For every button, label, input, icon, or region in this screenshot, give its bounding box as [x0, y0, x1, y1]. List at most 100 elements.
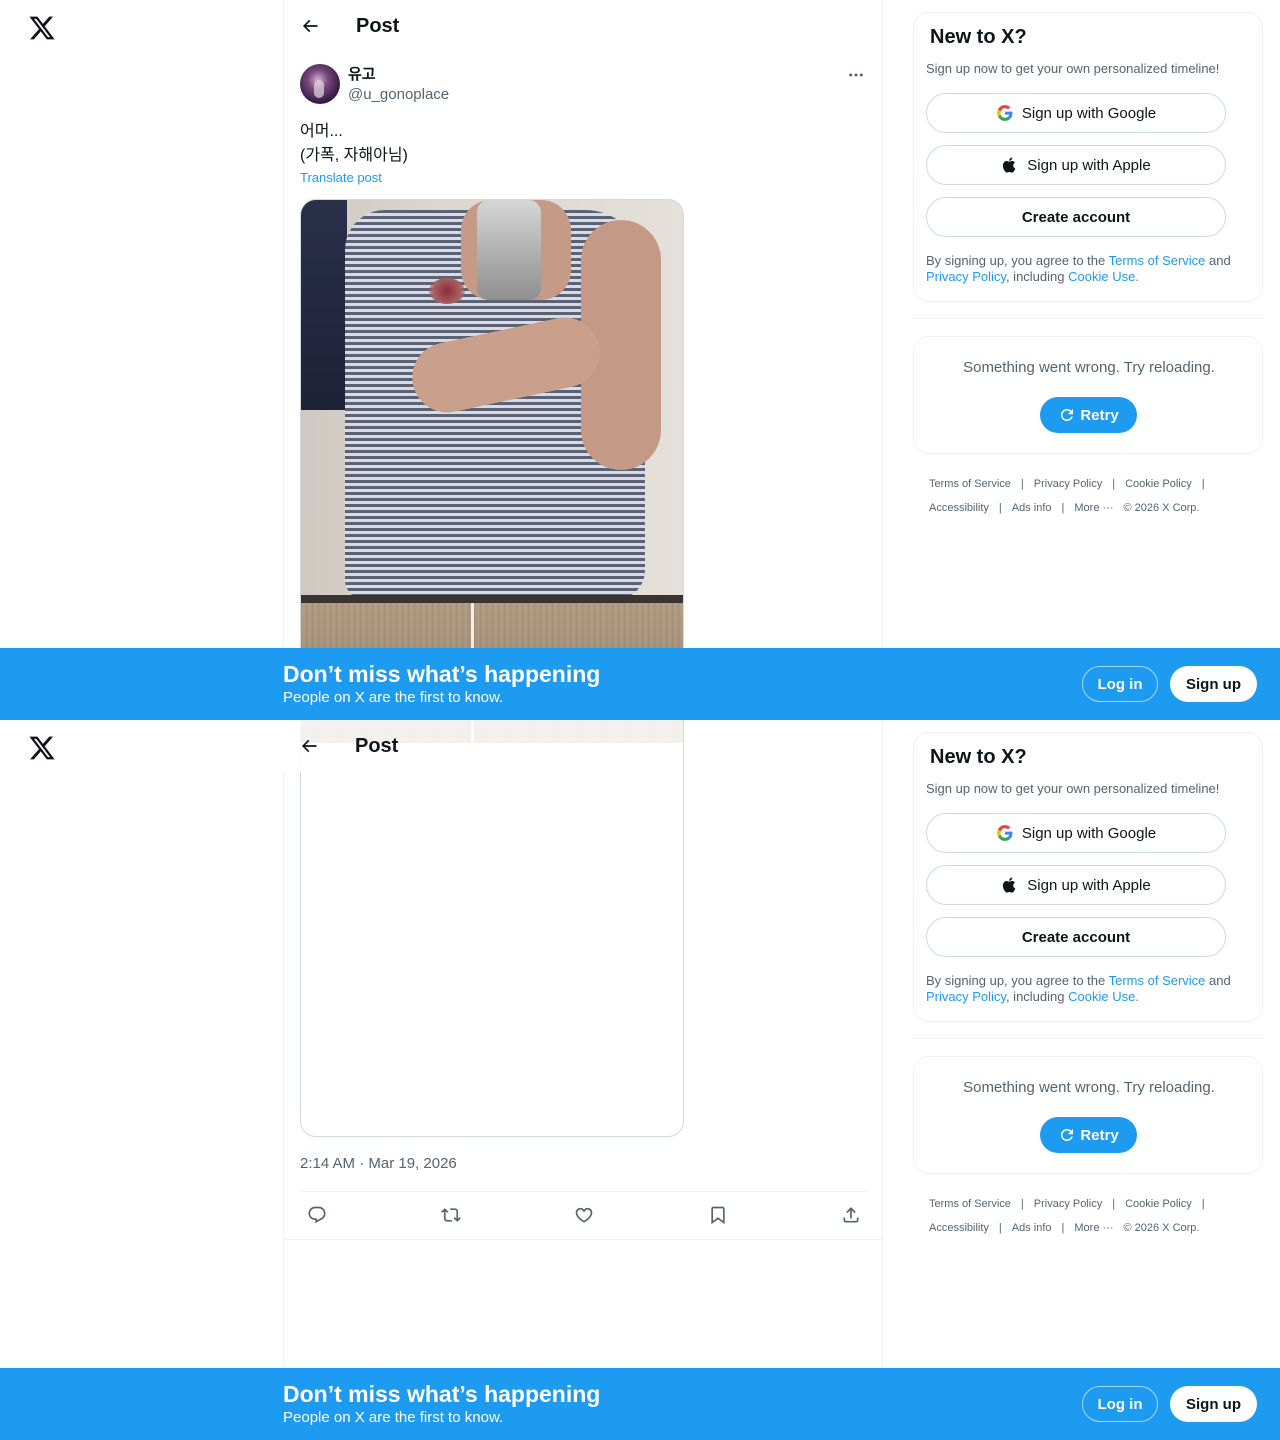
reply-icon [308, 1206, 326, 1224]
signup-button[interactable]: Sign up [1170, 1386, 1257, 1422]
error-card: Something went wrong. Try reloading. Ret… [913, 1056, 1263, 1174]
login-banner: Don’t miss what’s happening People on X … [0, 648, 1280, 720]
copyright: © 2026 X Corp. [1123, 1222, 1200, 1234]
repost-button[interactable] [438, 1202, 464, 1228]
apple-icon [1003, 877, 1016, 893]
google-signup-label: Sign up with Google [1021, 104, 1157, 122]
footer-link[interactable]: Accessibility [929, 1222, 989, 1234]
footer-links: Terms of Service | Privacy Policy | Cookie P… [929, 1198, 1205, 1234]
login-button[interactable]: Log in [1082, 1386, 1158, 1422]
sticky-header: Post [283, 720, 883, 773]
terms-of-service-link[interactable]: Terms of Service [1109, 253, 1206, 268]
terms-text: and [1205, 973, 1231, 988]
signup-card: New to X? Sign up now to get your own pe… [913, 12, 1263, 302]
back-button[interactable] [298, 14, 322, 38]
divider [300, 1191, 868, 1192]
footer-link[interactable]: Ads info [1012, 502, 1052, 514]
terms-text: and [1205, 253, 1231, 268]
divider [913, 1038, 1263, 1039]
divider [284, 1239, 884, 1240]
privacy-policy-link[interactable]: Privacy Policy [926, 989, 1006, 1004]
post-text: 어머... (가폭, 자해아님) [300, 120, 868, 168]
x-logo-icon[interactable] [28, 14, 56, 42]
banner-subtitle: People on X are the first to know. [283, 1409, 504, 1426]
more-icon [849, 73, 863, 77]
retry-button[interactable]: Retry [1040, 397, 1137, 433]
footer-link[interactable]: Cookie Policy [1125, 1198, 1192, 1210]
terms-text: , including [1005, 989, 1069, 1004]
page-title: Post [356, 15, 400, 37]
post-image[interactable] [300, 199, 684, 720]
repost-icon [440, 1208, 461, 1222]
signup-terms: By signing up, you agree to the Terms of… [926, 253, 1256, 285]
banner-title: Don’t miss what’s happening [283, 661, 601, 687]
footer-link[interactable]: Privacy Policy [1034, 478, 1102, 490]
google-icon [996, 825, 1013, 841]
post-image[interactable] [300, 720, 684, 1137]
post-text-line: 어머... [300, 123, 343, 140]
back-button[interactable] [297, 734, 321, 758]
terms-of-service-link[interactable]: Terms of Service [1109, 973, 1206, 988]
terms-text: By signing up, you agree to the [926, 253, 1109, 268]
primary-column: 2:14 AM · Mar 19, 2026 [283, 720, 884, 1440]
footer-links: Terms of Service | Privacy Policy | Cookie P… [929, 478, 1205, 514]
error-message: Something went wrong. Try reloading. [963, 359, 1215, 376]
bookmark-icon [710, 1206, 725, 1225]
create-account-button[interactable]: Create account [926, 197, 1226, 237]
terms-text: By signing up, you agree to the [926, 973, 1109, 988]
banner-title: Don’t miss what’s happening [283, 1381, 601, 1407]
author-display-name[interactable]: 유고 [348, 66, 376, 84]
footer-link[interactable]: More ··· [1074, 502, 1113, 514]
like-button[interactable] [571, 1202, 597, 1228]
post-author: 유고 @u_gonoplace [300, 64, 868, 106]
page-title: Post [355, 735, 399, 757]
privacy-policy-link[interactable]: Privacy Policy [926, 269, 1006, 284]
translate-post-link[interactable]: Translate post [300, 170, 382, 185]
post-header: Post [284, 0, 884, 53]
signup-title: New to X? [930, 26, 1027, 48]
retry-label: Retry [1080, 406, 1119, 424]
avatar[interactable] [300, 64, 340, 104]
bookmark-button[interactable] [705, 1202, 731, 1228]
signup-terms: By signing up, you agree to the Terms of… [926, 973, 1256, 1005]
retry-label: Retry [1080, 1126, 1119, 1144]
google-signup-button[interactable]: Sign up with Google [926, 813, 1226, 853]
apple-icon [1003, 157, 1016, 173]
apple-signup-button[interactable]: Sign up with Apple [926, 865, 1226, 905]
footer-link[interactable]: Terms of Service [929, 478, 1011, 490]
like-icon [575, 1207, 593, 1223]
footer-link[interactable]: Terms of Service [929, 1198, 1011, 1210]
create-account-button[interactable]: Create account [926, 917, 1226, 957]
reply-button[interactable] [304, 1202, 330, 1228]
post-actions [300, 1193, 868, 1237]
author-handle[interactable]: @u_gonoplace [348, 86, 449, 104]
cookie-use-link[interactable]: Cookie Use. [1068, 989, 1139, 1004]
footer-link[interactable]: Accessibility [929, 502, 989, 514]
error-card: Something went wrong. Try reloading. Ret… [913, 336, 1263, 454]
footer-link[interactable]: Cookie Policy [1125, 478, 1192, 490]
refresh-icon [1061, 1128, 1074, 1141]
footer-link[interactable]: More ··· [1074, 1222, 1113, 1234]
copyright: © 2026 X Corp. [1123, 502, 1200, 514]
apple-signup-label: Sign up with Apple [1027, 156, 1151, 174]
apple-signup-label: Sign up with Apple [1027, 876, 1151, 894]
cookie-use-link[interactable]: Cookie Use. [1068, 269, 1139, 284]
google-signup-button[interactable]: Sign up with Google [926, 93, 1226, 133]
signup-button[interactable]: Sign up [1170, 666, 1257, 702]
refresh-icon [1061, 408, 1074, 421]
post-text-line: (가폭, 자해아님) [300, 147, 408, 164]
post-timestamp[interactable]: 2:14 AM · Mar 19, 2026 [300, 1155, 457, 1172]
viewport-scrolled: 2:14 AM · Mar 19, 2026 Post New to X? Si… [0, 720, 1280, 1440]
signup-subtitle: Sign up now to get your own personalized… [926, 781, 1220, 796]
share-button[interactable] [838, 1202, 864, 1228]
apple-signup-button[interactable]: Sign up with Apple [926, 145, 1226, 185]
banner-subtitle: People on X are the first to know. [283, 689, 504, 706]
more-button[interactable] [844, 64, 868, 86]
footer-link[interactable]: Privacy Policy [1034, 1198, 1102, 1210]
footer-link[interactable]: Ads info [1012, 1222, 1052, 1234]
x-logo-icon[interactable] [28, 734, 56, 762]
signup-title: New to X? [930, 746, 1027, 768]
retry-button[interactable]: Retry [1040, 1117, 1137, 1153]
login-button[interactable]: Log in [1082, 666, 1158, 702]
primary-column: Post 유고 @u_gonoplace 어머... (가폭, 자해아님) Tr… [283, 0, 883, 720]
